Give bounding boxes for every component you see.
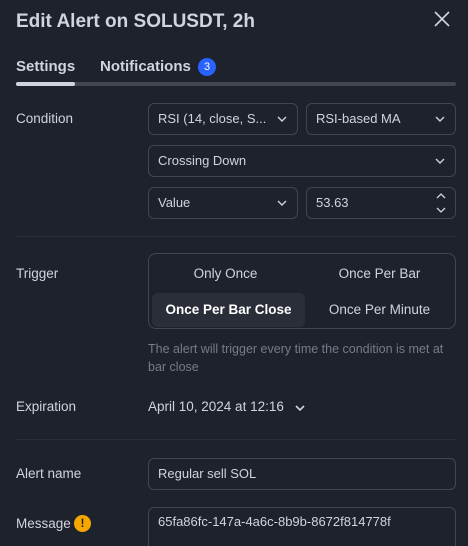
expiration-picker[interactable]: April 10, 2024 at 12:16 [148,399,284,414]
stepper-down-icon[interactable] [434,204,448,216]
value-input-text: 53.63 [316,195,349,210]
section-divider [16,439,456,440]
message-value: 65fa86fc-147a-4a6c-8b9b-8672f814778f [158,514,391,529]
trigger-label: Trigger [16,266,59,281]
chevron-down-icon [435,116,445,122]
condition-operator-select[interactable]: Crossing Down [148,145,456,177]
trigger-hint: The alert will trigger every time the co… [148,342,444,374]
condition-operator-value: Crossing Down [158,153,247,168]
condition-target-select[interactable]: RSI-based MA [306,103,456,135]
dialog-title: Edit Alert on SOLUSDT, 2h [16,11,255,32]
tab-track [16,82,456,86]
alert-name-label: Alert name [16,466,82,481]
warning-icon: ! [74,515,91,532]
chevron-down-icon [277,200,287,206]
trigger-option-only-once[interactable]: Only Once [149,257,302,291]
expiration-label: Expiration [16,399,77,414]
stepper-up-icon[interactable] [434,190,448,202]
close-icon[interactable] [432,9,452,29]
condition-indicator-select[interactable]: RSI (14, close, S... [148,103,298,135]
condition-label: Condition [16,111,74,126]
message-label: Message [16,516,71,531]
dialog-header: Edit Alert on SOLUSDT, 2h [0,0,468,48]
tab-notifications[interactable]: Notifications [100,58,191,75]
trigger-option-once-per-minute[interactable]: Once Per Minute [303,293,456,327]
chevron-down-icon [277,116,287,122]
chevron-down-icon[interactable] [294,402,306,414]
condition-target-value: RSI-based MA [316,111,401,126]
condition-indicator-value: RSI (14, close, S... [158,111,267,126]
trigger-option-once-per-bar[interactable]: Once Per Bar [303,257,456,291]
chevron-down-icon [435,158,445,164]
message-textarea[interactable]: 65fa86fc-147a-4a6c-8b9b-8672f814778f [148,507,456,546]
trigger-options: Only Once Once Per Bar Once Per Bar Clos… [148,253,456,329]
alert-name-value: Regular sell SOL [158,466,257,481]
trigger-option-once-per-bar-close[interactable]: Once Per Bar Close [152,293,305,327]
value-type-select[interactable]: Value [148,187,298,219]
alert-name-input[interactable]: Regular sell SOL [148,458,456,490]
notifications-count-badge: 3 [198,58,216,76]
tab-bar: Settings Notifications 3 [0,52,468,88]
value-type-value: Value [158,195,191,210]
tab-settings[interactable]: Settings [16,58,75,75]
active-tab-indicator [16,82,75,86]
section-divider [16,236,456,237]
